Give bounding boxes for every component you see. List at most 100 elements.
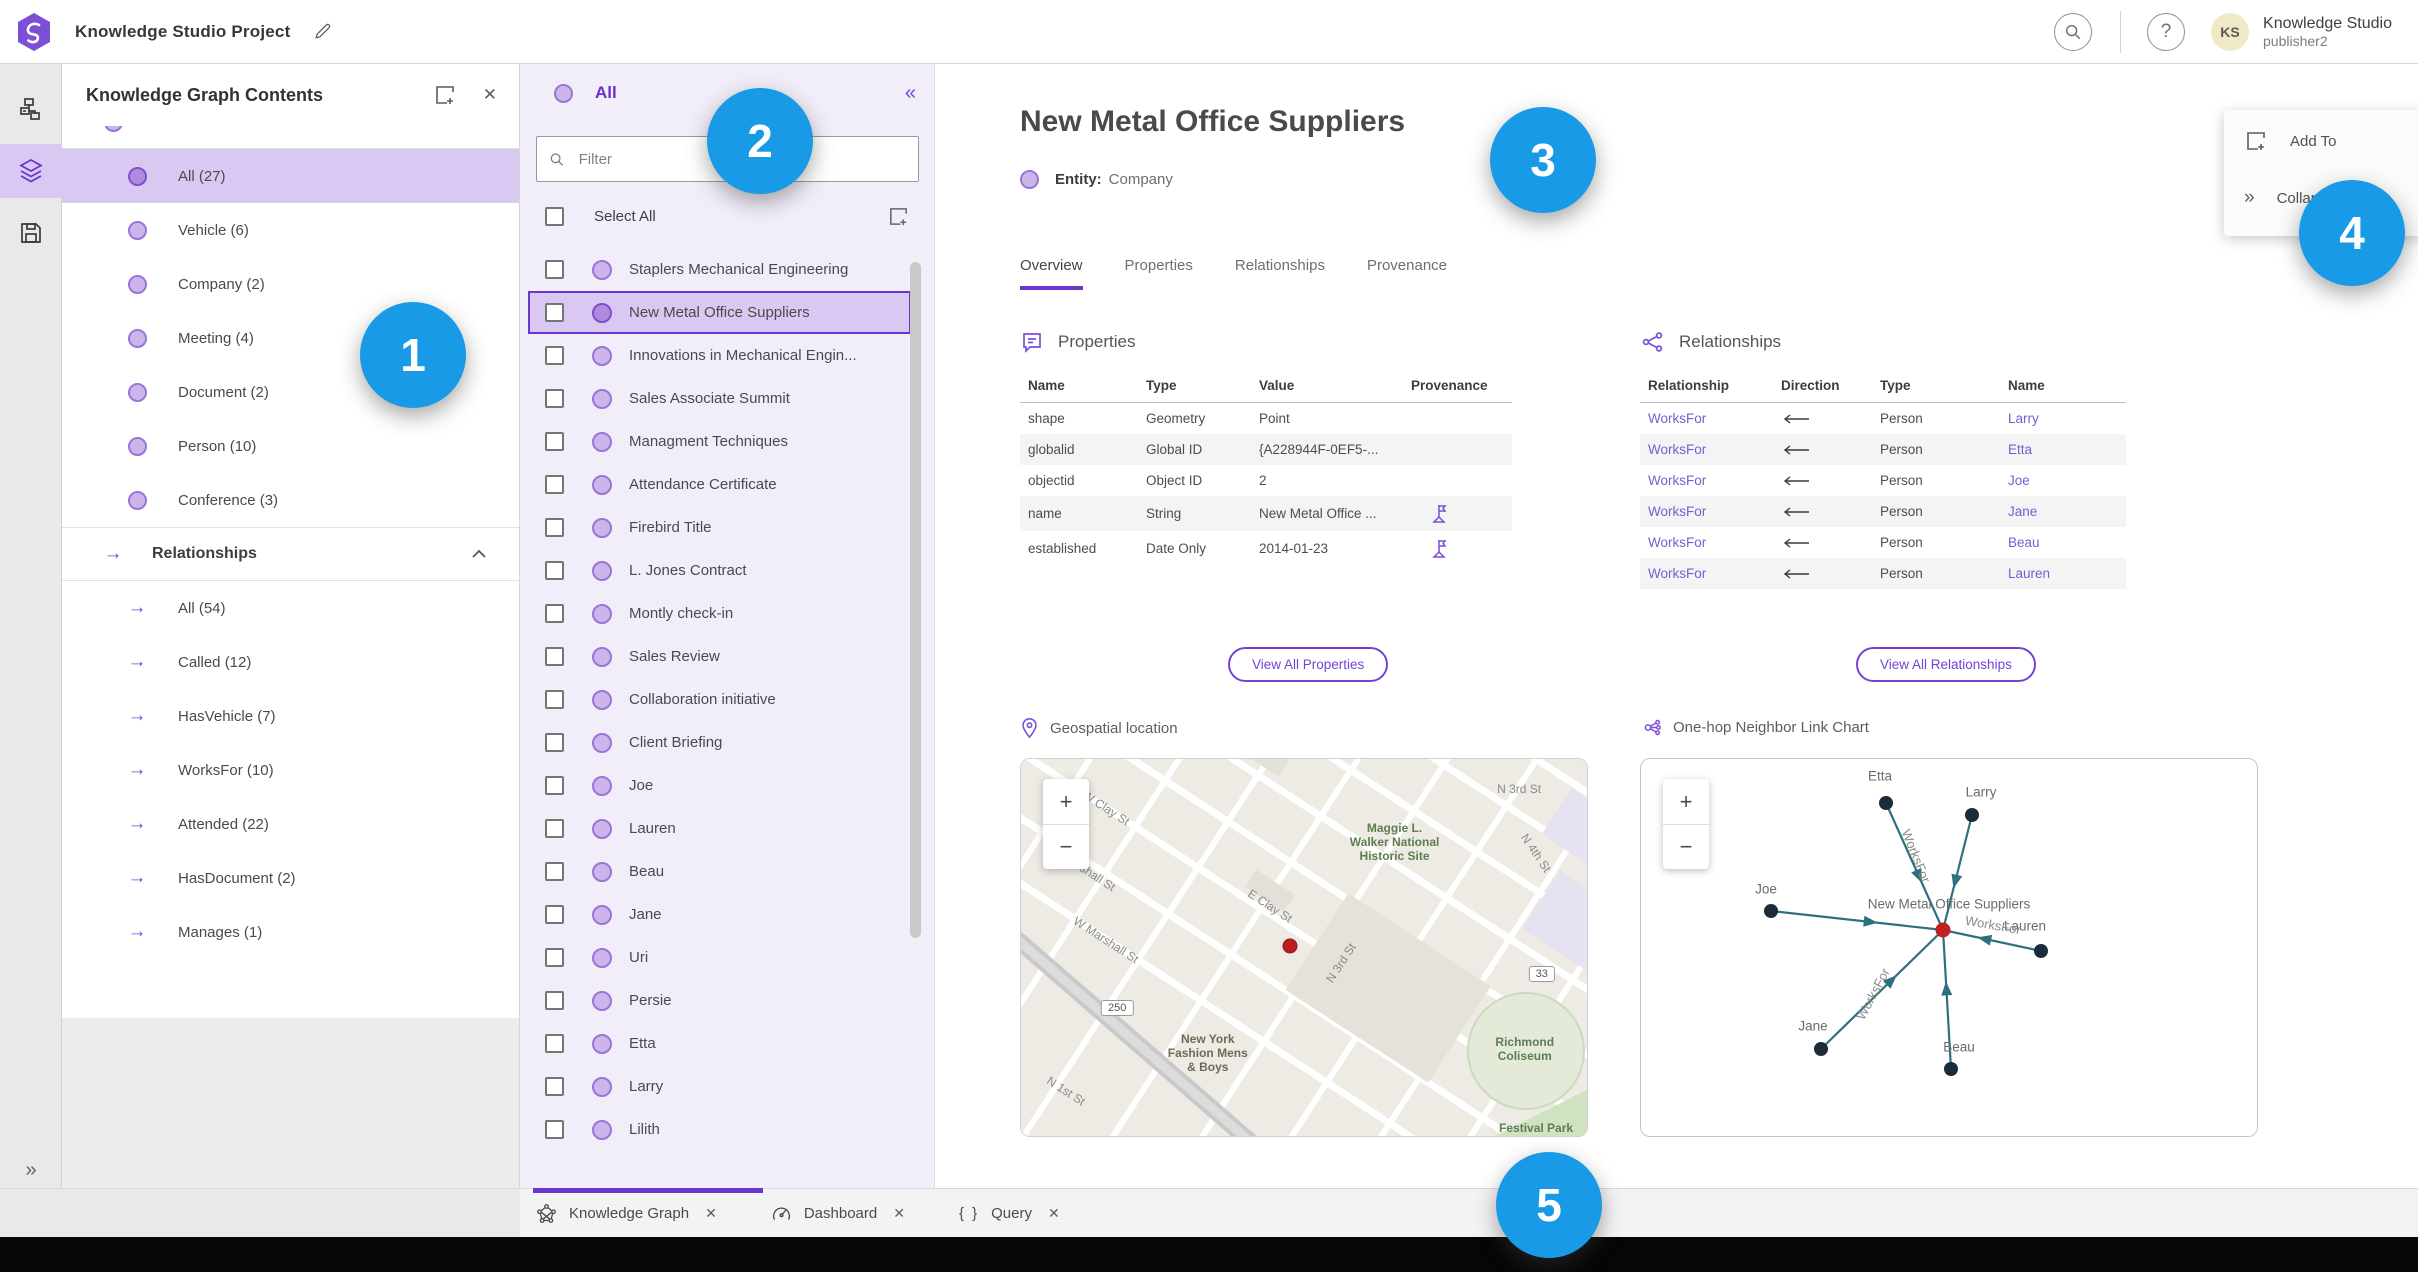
layers-tool-icon[interactable] <box>0 144 62 198</box>
entity-instance-row[interactable]: Joe <box>520 764 934 807</box>
center-entity-node[interactable] <box>1935 922 1951 938</box>
add-selected-to-new-icon[interactable] <box>887 205 910 228</box>
instance-checkbox[interactable] <box>545 690 564 709</box>
entity-name-link[interactable]: Joe <box>2008 473 2030 488</box>
link-chart-canvas[interactable] <box>1641 759 2258 1137</box>
user-avatar[interactable]: KS <box>2211 12 2250 51</box>
close-tab-icon[interactable]: ✕ <box>705 1205 717 1222</box>
instance-checkbox[interactable] <box>545 432 564 451</box>
relationship-category-row[interactable]: → HasVehicle (7) <box>62 689 519 743</box>
bottom-tab-knowledge-graph[interactable]: Knowledge Graph ✕ <box>536 1203 717 1224</box>
view-all-relationships-button[interactable]: View All Relationships <box>1856 647 2036 682</box>
hierarchy-tool-icon[interactable] <box>0 82 62 136</box>
instance-checkbox[interactable] <box>545 647 564 666</box>
entity-name-link[interactable]: Etta <box>2008 442 2032 457</box>
instance-checkbox[interactable] <box>545 948 564 967</box>
entity-name-link[interactable]: Jane <box>2008 504 2037 519</box>
relationship-category-row[interactable]: → All (54) <box>62 581 519 635</box>
collapse-list-panel-icon[interactable]: « <box>905 82 916 105</box>
entity-instance-row[interactable]: Larry <box>520 1065 934 1108</box>
entity-category-row[interactable]: Person (10) <box>62 419 519 473</box>
relationship-category-row[interactable]: → Attended (22) <box>62 797 519 851</box>
close-tab-icon[interactable]: ✕ <box>1048 1205 1060 1222</box>
entity-instance-row[interactable]: Client Briefing <box>520 721 934 764</box>
linkchart-zoom-in-button[interactable]: + <box>1663 779 1709 824</box>
instance-checkbox[interactable] <box>545 905 564 924</box>
entity-instance-row[interactable]: New Metal Office Suppliers <box>528 291 911 334</box>
entity-instance-row[interactable]: Managment Techniques <box>520 420 934 463</box>
entity-instance-row[interactable]: Persie <box>520 979 934 1022</box>
detail-tab-overview[interactable]: Overview <box>1020 257 1083 290</box>
expand-rail-icon[interactable]: » <box>0 1159 62 1182</box>
relationship-link[interactable]: WorksFor <box>1648 411 1706 426</box>
instance-checkbox[interactable] <box>545 862 564 881</box>
linkchart-edge[interactable] <box>1770 909 1944 932</box>
map-canvas[interactable]: W Clay St N 3rd St N 4th St Maggie L. Walke… <box>1021 759 1587 1136</box>
provenance-flag-icon[interactable] <box>1403 531 1512 566</box>
entity-category-row[interactable]: All (27) <box>62 149 519 203</box>
link-chart[interactable]: Etta Larry Joe Lauren Jane Beau New Metal Offi… <box>1640 758 2258 1137</box>
entity-category-row[interactable]: Company (2) <box>62 257 519 311</box>
entity-instance-row[interactable]: Sales Associate Summit <box>520 377 934 420</box>
geospatial-map[interactable]: W Clay St N 3rd St N 4th St Maggie L. Walke… <box>1020 758 1588 1137</box>
add-to-new-icon[interactable] <box>433 83 457 107</box>
relationship-link[interactable]: WorksFor <box>1648 473 1706 488</box>
entity-category-row[interactable]: Conference (3) <box>62 473 519 527</box>
instance-checkbox[interactable] <box>545 1077 564 1096</box>
instance-checkbox[interactable] <box>545 733 564 752</box>
edit-title-icon[interactable] <box>312 22 332 42</box>
relationship-link[interactable]: WorksFor <box>1648 566 1706 581</box>
bottom-tab-dashboard[interactable]: Dashboard ✕ <box>771 1203 905 1224</box>
entity-instance-row[interactable]: Sales Review <box>520 635 934 678</box>
help-button[interactable]: ? <box>2147 12 2186 51</box>
detail-tab-provenance[interactable]: Provenance <box>1367 257 1447 290</box>
entity-instance-row[interactable]: Collaboration initiative <box>520 678 934 721</box>
person-node-beau[interactable] <box>1944 1062 1958 1076</box>
entity-instance-row[interactable]: L. Jones Contract <box>520 549 934 592</box>
person-node-larry[interactable] <box>1965 808 1979 822</box>
map-zoom-in-button[interactable]: + <box>1043 779 1089 824</box>
close-tab-icon[interactable]: ✕ <box>893 1205 905 1222</box>
detail-tab-properties[interactable]: Properties <box>1125 257 1193 290</box>
add-to-menu-item[interactable]: Add To <box>2224 115 2418 167</box>
entity-name-link[interactable]: Larry <box>2008 411 2039 426</box>
save-tool-icon[interactable] <box>0 206 62 260</box>
relationship-category-row[interactable]: → WorksFor (10) <box>62 743 519 797</box>
instance-checkbox[interactable] <box>545 475 564 494</box>
relationships-section-header[interactable]: → Relationships <box>62 528 519 580</box>
bottom-tab-query[interactable]: { } Query ✕ <box>959 1205 1060 1222</box>
detail-tab-relationships[interactable]: Relationships <box>1235 257 1325 290</box>
entity-instance-row[interactable]: Attendance Certificate <box>520 463 934 506</box>
instance-checkbox[interactable] <box>545 1120 564 1139</box>
entity-instance-row[interactable]: Beau <box>520 850 934 893</box>
entity-instance-row[interactable]: Firebird Title <box>520 506 934 549</box>
person-node-joe[interactable] <box>1764 904 1778 918</box>
instance-checkbox[interactable] <box>545 776 564 795</box>
list-scrollbar-thumb[interactable] <box>910 262 921 938</box>
select-all-checkbox[interactable] <box>545 206 564 226</box>
entity-category-row[interactable]: Vehicle (6) <box>62 203 519 257</box>
relationship-link[interactable]: WorksFor <box>1648 535 1706 550</box>
map-zoom-out-button[interactable]: − <box>1043 824 1089 869</box>
provenance-flag-icon[interactable] <box>1403 496 1512 531</box>
entity-instance-row[interactable]: Staplers Mechanical Engineering <box>520 248 934 291</box>
view-all-properties-button[interactable]: View All Properties <box>1228 647 1389 682</box>
select-all-row[interactable]: Select All <box>520 190 934 242</box>
entity-instance-row[interactable]: Innovations in Mechanical Engin... <box>520 334 934 377</box>
instance-checkbox[interactable] <box>545 991 564 1010</box>
instance-checkbox[interactable] <box>545 604 564 623</box>
relationship-category-row[interactable]: → Called (12) <box>62 635 519 689</box>
entity-instance-row[interactable]: Uri <box>520 936 934 979</box>
person-node-jane[interactable] <box>1814 1042 1828 1056</box>
instance-checkbox[interactable] <box>545 819 564 838</box>
linkchart-zoom-out-button[interactable]: − <box>1663 824 1709 869</box>
entity-instance-row[interactable]: Jane <box>520 893 934 936</box>
entity-instance-row[interactable]: Lauren <box>520 807 934 850</box>
person-node-lauren[interactable] <box>2034 944 2048 958</box>
person-node-etta[interactable] <box>1879 796 1893 810</box>
instance-checkbox[interactable] <box>545 561 564 580</box>
close-panel-icon[interactable]: ✕ <box>483 85 497 105</box>
entity-instance-row[interactable]: Lilith <box>520 1108 934 1151</box>
entity-instance-row[interactable]: Montly check-in <box>520 592 934 635</box>
instance-checkbox[interactable] <box>545 389 564 408</box>
